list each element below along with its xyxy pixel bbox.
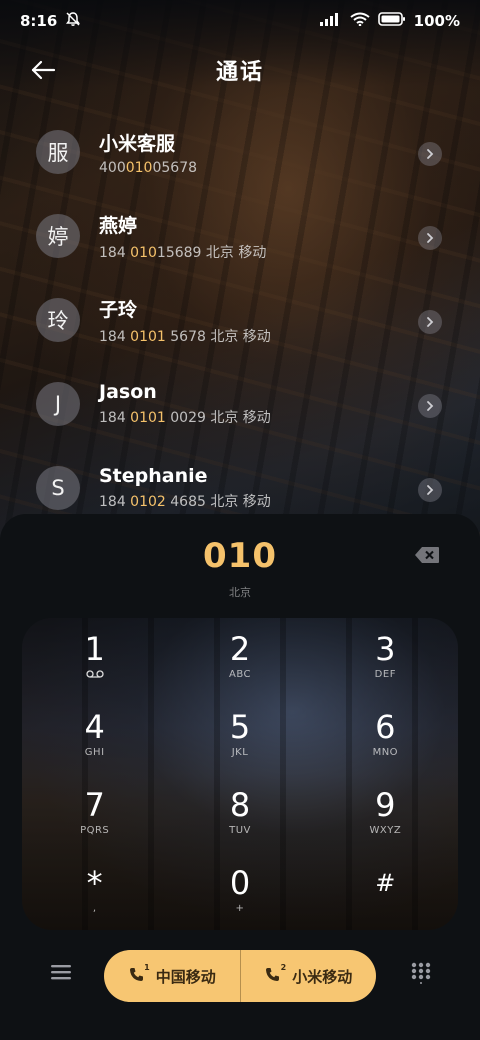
contact-name: 小米客服 — [99, 132, 176, 155]
call-sim1-button[interactable]: 1 中国移动 — [104, 950, 240, 1002]
battery-percent: 100% — [413, 12, 460, 30]
contact-name: 子玲 — [99, 298, 138, 321]
delete-button[interactable] — [414, 546, 440, 566]
hamburger-menu-icon — [51, 965, 71, 980]
key-hash[interactable]: # — [313, 852, 458, 930]
contact-number: 184 01015689 北京 移动 — [99, 244, 267, 261]
chevron-right-icon — [427, 401, 434, 411]
contact-item[interactable]: 服 小米客服 40001005678 — [0, 110, 480, 194]
battery-icon — [377, 12, 406, 30]
backspace-icon — [415, 547, 439, 563]
key-9[interactable]: 9 WXYZ — [313, 774, 458, 852]
status-left: 8:16 — [20, 11, 81, 31]
keypad-toggle-button[interactable] — [410, 962, 432, 984]
call-sim2-button[interactable]: 2 小米移动 — [241, 950, 377, 1002]
match-highlight: 010 — [130, 244, 157, 261]
match-highlight: 0101 — [130, 410, 166, 426]
call-button-group: 1 中国移动 2 小米移动 — [104, 950, 376, 1002]
contact-number: 184 0101 5678 北京 移动 — [99, 328, 271, 345]
contact-suggestion-list: 服 小米客服 40001005678 婷 燕婷 184 01015689 北京 … — [0, 110, 480, 530]
call-sim1-label: 中国移动 — [155, 967, 216, 986]
chevron-right-icon — [427, 485, 434, 495]
contact-detail-button[interactable] — [418, 310, 442, 334]
avatar: 玲 — [36, 298, 80, 342]
phone-sim2-icon: 2 — [264, 963, 286, 986]
page-title: 通话 — [215, 60, 264, 85]
contact-detail-button[interactable] — [418, 478, 442, 502]
contact-name: 燕婷 — [99, 214, 138, 237]
avatar: S — [36, 466, 80, 510]
key-4[interactable]: 4 GHI — [22, 696, 167, 774]
contact-item[interactable]: J Jason 184 0101 0029 北京 移动 — [0, 362, 480, 446]
match-highlight: 010 — [125, 159, 153, 176]
voicemail-icon — [86, 669, 104, 681]
key-0[interactable]: 0 + — [167, 852, 312, 930]
contact-detail-button[interactable] — [418, 226, 442, 250]
contact-item[interactable]: 玲 子玲 184 0101 5678 北京 移动 — [0, 278, 480, 362]
key-3[interactable]: 3 DEF — [313, 618, 458, 696]
header: 通话 — [0, 44, 480, 96]
keypad: 1 2 ABC 3 DEF 4 GHI 5 JKL 6 MNO 7 PQRS 8… — [22, 618, 458, 930]
number-location: 北京 — [229, 586, 251, 599]
signal-icon — [319, 12, 342, 30]
key-8[interactable]: 8 TUV — [167, 774, 312, 852]
contact-detail-button[interactable] — [418, 142, 442, 166]
status-time: 8:16 — [20, 12, 58, 30]
key-1[interactable]: 1 — [22, 618, 167, 696]
key-star[interactable]: * , — [22, 852, 167, 930]
avatar: J — [36, 382, 80, 426]
phone-sim1-icon: 1 — [128, 963, 150, 986]
chevron-right-icon — [427, 149, 434, 159]
contact-number: 184 0102 4685 北京 移动 — [99, 494, 271, 510]
match-highlight: 0101 — [130, 328, 166, 345]
contact-item[interactable]: 婷 燕婷 184 01015689 北京 移动 — [0, 194, 480, 278]
contact-number: 40001005678 — [99, 159, 198, 176]
contact-detail-button[interactable] — [418, 394, 442, 418]
dial-panel: 010 北京 1 2 ABC 3 DEF 4 GHI 5 JKL 6 MNO 7… — [0, 514, 480, 1040]
match-highlight: 0102 — [130, 494, 166, 510]
dialed-number: 010 — [203, 536, 277, 576]
wifi-icon — [350, 12, 370, 30]
key-6[interactable]: 6 MNO — [313, 696, 458, 774]
chevron-right-icon — [427, 317, 434, 327]
back-button[interactable] — [30, 56, 60, 84]
dialpad-icon — [411, 962, 431, 984]
status-bar: 8:16 100% — [0, 0, 480, 42]
avatar: 婷 — [36, 214, 80, 258]
call-sim2-label: 小米移动 — [292, 967, 353, 986]
key-2[interactable]: 2 ABC — [167, 618, 312, 696]
contact-name: Stephanie — [99, 465, 208, 487]
chevron-right-icon — [427, 233, 434, 243]
key-7[interactable]: 7 PQRS — [22, 774, 167, 852]
avatar: 服 — [36, 130, 80, 174]
contact-number: 184 0101 0029 北京 移动 — [99, 410, 271, 426]
back-arrow-icon — [31, 60, 56, 80]
menu-button[interactable] — [50, 962, 72, 982]
status-right: 100% — [319, 12, 460, 30]
key-5[interactable]: 5 JKL — [167, 696, 312, 774]
contact-name: Jason — [99, 381, 157, 403]
mute-bell-icon — [65, 11, 81, 31]
